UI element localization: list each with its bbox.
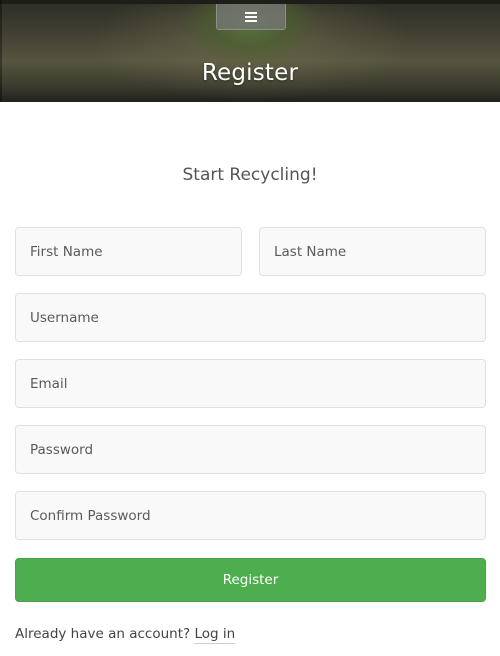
password-input[interactable] — [15, 425, 486, 474]
email-input[interactable] — [15, 359, 486, 408]
page-title: Register — [201, 60, 299, 86]
form-subtitle: Start Recycling! — [182, 165, 318, 185]
login-prompt: Already have an account? Log in — [15, 626, 236, 644]
login-prompt-text: Already have an account? — [15, 626, 195, 642]
username-input[interactable] — [15, 293, 486, 342]
confirm-password-input[interactable] — [15, 491, 486, 540]
hamburger-icon — [245, 11, 257, 22]
login-link[interactable]: Log in — [194, 626, 236, 644]
first-name-input[interactable] — [15, 227, 242, 276]
header-banner: Register — [0, 0, 500, 102]
menu-toggle-button[interactable] — [216, 4, 286, 30]
banner-edge — [0, 0, 2, 102]
register-button[interactable]: Register — [15, 558, 486, 602]
last-name-input[interactable] — [259, 227, 486, 276]
register-page: Register Start Recycling! Register Alrea… — [0, 0, 500, 656]
